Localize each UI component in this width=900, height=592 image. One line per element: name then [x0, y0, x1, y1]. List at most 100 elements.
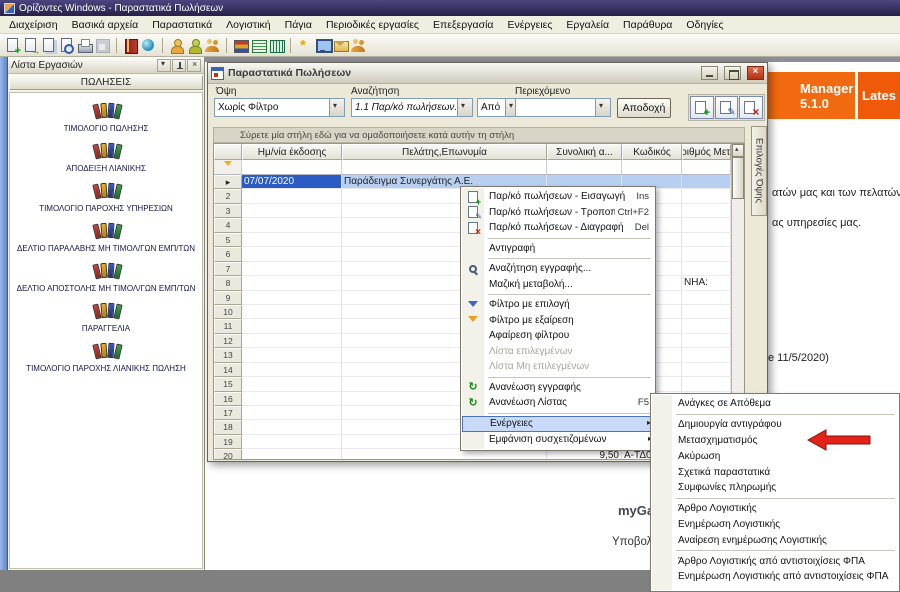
people-group-icon[interactable] [350, 37, 367, 54]
chevron-down-icon[interactable] [595, 99, 610, 116]
menu-windows[interactable]: Παράθυρα [616, 17, 679, 33]
context-item-mass-change[interactable]: Μαζική μεταβολή... [462, 277, 654, 293]
menu-tools[interactable]: Εργαλεία [559, 17, 616, 33]
close-button[interactable] [747, 66, 764, 80]
dialog-titlebar[interactable]: Παραστατικά Πωλήσεων [208, 63, 767, 84]
person-plus-icon[interactable] [186, 37, 203, 54]
context-item-copy[interactable]: Αντιγραφή [462, 241, 654, 257]
menu-help[interactable]: Οδηγίες [679, 17, 730, 33]
scroll-up-icon[interactable] [732, 144, 744, 157]
submenu-item-stock-needs[interactable]: Ανάγκες σε Απόθεμα [652, 396, 898, 412]
header-doc-number[interactable]: Αριθμός Μετ... [682, 144, 731, 160]
context-item-filter-by-selection[interactable]: Φίλτρο με επιλογή [462, 297, 654, 313]
dock-strip[interactable] [0, 57, 8, 570]
cell-issue-date [242, 334, 342, 348]
context-item-insert[interactable]: Παρ/κό πωλήσεων - Εισαγωγή Ins [462, 189, 654, 205]
sidebar-item-delivery-note[interactable]: ΔΕΛΤΙΟ ΑΠΟΣΤΟΛΗΣ ΜΗ ΤΙΜΟΛ/ΓΩΝ ΕΜΠ/ΤΩΝ [10, 256, 202, 296]
doc-copy-icon[interactable] [40, 37, 57, 54]
header-code[interactable]: Κωδικός [622, 144, 682, 160]
doc-plus-icon[interactable] [4, 37, 21, 54]
chevron-down-icon[interactable] [457, 99, 472, 116]
task-panel-header: Λίστα Εργασιών [8, 57, 204, 74]
filter-cell[interactable] [622, 160, 682, 175]
header-client[interactable]: Πελάτης,Επωνυμία [342, 144, 547, 160]
color-stack-icon[interactable] [232, 37, 249, 54]
save-icon[interactable] [94, 37, 111, 54]
accept-button[interactable]: Αποδοχή [617, 98, 671, 118]
printer-icon[interactable] [76, 37, 93, 54]
task-panel-title: Λίστα Εργασιών [11, 60, 156, 71]
submenu-item-accounting-article[interactable]: Άρθρο Λογιστικής [652, 501, 898, 517]
menu-edit[interactable]: Επεξεργασία [426, 17, 501, 33]
menu-documents[interactable]: Παραστατικά [145, 17, 219, 33]
menu-actions[interactable]: Ενέργειες [500, 17, 559, 33]
sidebar-item-sales-invoice[interactable]: ΤΙΜΟΛΟΓΙΟ ΠΩΛΗΣΗΣ [10, 96, 202, 136]
cell-doc-number: ΝΗΑ: [682, 276, 731, 290]
view-filter-select[interactable]: Χωρίς Φίλτρο [214, 98, 345, 117]
globe-icon[interactable] [140, 37, 157, 54]
header-total[interactable]: Συνολική α... [547, 144, 622, 160]
red-book-icon[interactable] [122, 37, 139, 54]
context-item-actions[interactable]: Ενέργειες [462, 416, 654, 433]
monitor-icon[interactable] [314, 37, 331, 54]
submenu-item-accounting-update[interactable]: Ενημέρωση Λογιστικής [652, 517, 898, 533]
people-icon[interactable] [204, 37, 221, 54]
edit-record-button[interactable] [715, 96, 739, 119]
doc-search-icon[interactable] [58, 37, 75, 54]
context-item-remove-filter[interactable]: Αφαίρεση φίλτρου [462, 328, 654, 344]
filter-cell[interactable] [682, 160, 731, 175]
wand-icon[interactable] [296, 37, 313, 54]
row-number: 17 [214, 406, 242, 420]
cell-issue-date [242, 247, 342, 261]
header-issue-date[interactable]: Ημ/νία έκδοσης [242, 144, 342, 160]
doc-open-icon[interactable] [22, 37, 39, 54]
section-header-sales[interactable]: ΠΩΛΗΣΕΙΣ [9, 75, 203, 90]
chevron-down-icon[interactable] [157, 59, 171, 72]
context-item-refresh-record[interactable]: Ανανέωση εγγραφής [462, 380, 654, 396]
filter-cell[interactable] [242, 160, 342, 175]
row-number: 13 [214, 348, 242, 362]
person-icon[interactable] [168, 37, 185, 54]
delete-record-button[interactable] [739, 96, 763, 119]
pin-icon[interactable] [172, 59, 186, 72]
envelope-icon[interactable] [332, 37, 349, 54]
scroll-thumb[interactable] [732, 157, 744, 199]
groupby-bar[interactable]: Σύρετε μία στήλη εδώ για να ομαδοποιήσετ… [213, 127, 745, 143]
view-options-tab[interactable]: Επιλογές Όψης [751, 126, 767, 216]
sidebar-item-receipt-note[interactable]: ΔΕΛΤΙΟ ΠΑΡΑΛΑΒΗΣ ΜΗ ΤΙΜΟΛ/ΓΩΝ ΕΜΠ/ΤΩΝ [10, 216, 202, 256]
green-grid-icon[interactable] [268, 37, 285, 54]
context-item-refresh-list[interactable]: Ανανέωση Λίστας F5 [462, 395, 654, 411]
context-item-delete[interactable]: Παρ/κό πωλήσεων - Διαγραφή Del [462, 220, 654, 236]
submenu-item-accounting-update-vat[interactable]: Ενημέρωση Λογιστικής από αντιστοιχίσεις … [652, 569, 898, 585]
sidebar-item-service-invoice[interactable]: ΤΙΜΟΛΟΓΙΟ ΠΑΡΟΧΗΣ ΥΠΗΡΕΣΙΩΝ [10, 176, 202, 216]
context-item-selected-list: Λίστα επιλεγμένων [462, 344, 654, 360]
context-item-modify[interactable]: Παρ/κό πωλήσεων - Τροποποίηση Ctrl+F2 [462, 205, 654, 221]
context-item-show-related[interactable]: Εμφάνιση συσχετιζομένων [462, 432, 654, 448]
context-item-search-record[interactable]: Αναζήτηση εγγραφής... [462, 261, 654, 277]
chevron-down-icon[interactable] [329, 99, 344, 116]
submenu-item-payment-agreements[interactable]: Συμφωνίες πληρωμής [652, 480, 898, 496]
cell-issue-date [242, 189, 342, 203]
insert-record-button[interactable] [690, 96, 714, 119]
submenu-item-accounting-article-vat[interactable]: Άρθρο Λογιστικής από αντιστοιχίσεις ΦΠΑ [652, 553, 898, 569]
search-field-select[interactable]: 1.1 Παρ/κό πωλήσεων.% Εκπ [351, 98, 473, 117]
submenu-item-undo-accounting-update[interactable]: Αναίρεση ενημέρωσης Λογιστικής [652, 532, 898, 548]
menu-periodic-tasks[interactable]: Περιοδικές εργασίες [319, 17, 426, 33]
filter-cell[interactable] [342, 160, 547, 175]
sidebar-item-order[interactable]: ΠΑΡΑΓΓΕΛΙΑ [10, 296, 202, 336]
menu-management[interactable]: Διαχείριση [2, 17, 65, 33]
minimize-button[interactable] [701, 66, 718, 80]
submenu-item-related-documents[interactable]: Σχετικά παραστατικά [652, 464, 898, 480]
menu-accounting[interactable]: Λογιστική [219, 17, 278, 33]
close-icon[interactable] [187, 59, 201, 72]
context-item-filter-excluding[interactable]: Φίλτρο με εξαίρεση [462, 313, 654, 329]
maximize-button[interactable] [724, 66, 741, 80]
grid-filter-row[interactable] [214, 160, 731, 175]
sidebar-item-retail-service-invoice[interactable]: ΤΙΜΟΛΟΓΙΟ ΠΑΡΟΧΗΣ ΛΙΑΝΙΚΗΣ ΠΩΛΗΣΗ [10, 336, 202, 376]
menu-master-files[interactable]: Βασικά αρχεία [65, 17, 146, 33]
sidebar-item-retail-receipt[interactable]: ΑΠΟΔΕΙΞΗ ΛΙΑΝΙΚΗΣ [10, 136, 202, 176]
green-table-icon[interactable] [250, 37, 267, 54]
content-input[interactable] [515, 98, 611, 117]
menu-fixed-assets[interactable]: Πάγια [278, 17, 319, 33]
filter-cell[interactable] [547, 160, 622, 175]
